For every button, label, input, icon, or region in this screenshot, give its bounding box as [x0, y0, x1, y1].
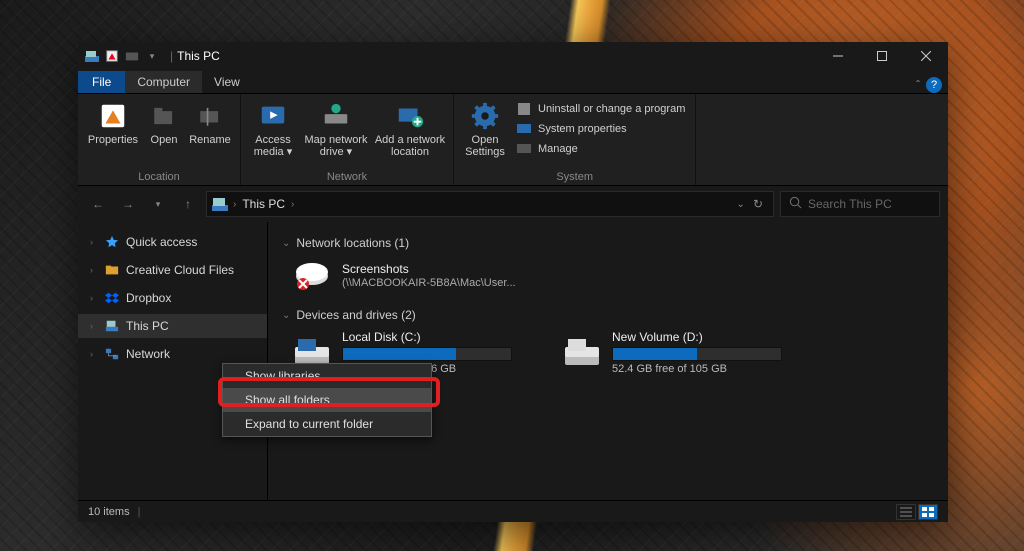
sidebar-item-this-pc[interactable]: › This PC	[78, 314, 267, 338]
chevron-right-icon[interactable]: ›	[291, 199, 294, 210]
address-bar-row: ← → ▾ ↑ › This PC › ⌄ ↻ Search This PC	[78, 186, 948, 222]
drive-name: Local Disk (C:)	[342, 330, 512, 344]
drive-usage-bar	[342, 347, 512, 361]
sidebar-item-label: This PC	[126, 319, 169, 333]
network-location-path: (\\MACBOOKAIR-5B8A\Mac\User...	[342, 277, 516, 290]
network-location-name: Screenshots	[342, 262, 516, 276]
sidebar-item-label: Quick access	[126, 235, 197, 249]
file-explorer-window: ▾ | This PC File Computer View ˆ ?	[78, 42, 948, 522]
address-bar[interactable]: › This PC › ⌄ ↻	[206, 191, 774, 217]
view-tiles-button[interactable]	[918, 504, 938, 520]
network-icon	[104, 346, 120, 362]
chevron-right-icon[interactable]: ›	[90, 321, 98, 331]
tab-view[interactable]: View	[202, 71, 252, 93]
manage-button[interactable]: Manage	[512, 140, 689, 158]
open-button[interactable]: Open	[144, 98, 184, 169]
refresh-icon[interactable]: ↻	[753, 197, 763, 211]
nav-back-button[interactable]: ←	[86, 192, 110, 216]
ribbon-group-label: Network	[247, 169, 447, 183]
sidebar-item-dropbox[interactable]: › Dropbox	[78, 286, 267, 310]
rename-button[interactable]: Rename	[186, 98, 234, 169]
breadcrumb-segment[interactable]: This PC	[240, 197, 287, 211]
folder-icon	[104, 262, 120, 278]
sidebar-item-label: Network	[126, 347, 170, 361]
uninstall-program-button[interactable]: Uninstall or change a program	[512, 100, 689, 118]
context-menu: Show librariesShow all foldersExpand to …	[222, 363, 432, 437]
ribbon-group-label: System	[460, 169, 689, 183]
ribbon-collapse-icon[interactable]: ˆ	[916, 78, 920, 92]
maximize-button[interactable]	[860, 42, 904, 70]
star-icon	[104, 234, 120, 250]
chevron-down-icon[interactable]: ⌄	[282, 310, 290, 321]
system-properties-button[interactable]: System properties	[512, 120, 689, 138]
status-bar: 10 items |	[78, 500, 948, 522]
chevron-right-icon[interactable]: ›	[90, 349, 98, 359]
sidebar-item-label: Dropbox	[126, 291, 171, 305]
search-icon	[789, 196, 802, 212]
nav-recent-dropdown[interactable]: ▾	[146, 192, 170, 216]
add-network-location-button[interactable]: Add a network location	[373, 98, 447, 169]
content-pane[interactable]: ⌄ Network locations (1) Screenshots (\\M…	[268, 222, 948, 500]
search-placeholder: Search This PC	[808, 197, 892, 211]
qat-properties-icon[interactable]	[104, 48, 120, 64]
network-drive-icon	[292, 258, 332, 294]
ribbon: Properties Open Rename Location Access m…	[78, 94, 948, 186]
qat-new-folder-icon[interactable]	[124, 48, 140, 64]
search-input[interactable]: Search This PC	[780, 191, 940, 217]
ribbon-tabs: File Computer View ˆ ?	[78, 70, 948, 94]
dropbox-icon	[104, 290, 120, 306]
context-menu-item[interactable]: Show libraries	[223, 364, 431, 388]
minimize-button[interactable]	[816, 42, 860, 70]
ribbon-group-label: Location	[84, 169, 234, 183]
chevron-down-icon[interactable]: ⌄	[282, 238, 290, 249]
drive-free-text: 52.4 GB free of 105 GB	[612, 363, 782, 375]
properties-button[interactable]: Properties	[84, 98, 142, 169]
open-settings-button[interactable]: Open Settings	[460, 98, 510, 169]
pc-icon	[104, 318, 120, 334]
window-title: This PC	[177, 49, 220, 63]
chevron-right-icon[interactable]: ›	[90, 237, 98, 247]
nav-up-button[interactable]: ↑	[176, 192, 200, 216]
drive-usage-bar	[612, 347, 782, 361]
section-header-devices-drives[interactable]: ⌄ Devices and drives (2)	[282, 308, 934, 322]
drive-item[interactable]: New Volume (D:) 52.4 GB free of 105 GB	[562, 330, 782, 375]
tab-file[interactable]: File	[78, 71, 125, 93]
ribbon-group-network: Access media ▾ Map network drive ▾ Add a…	[241, 94, 454, 185]
context-menu-item[interactable]: Show all folders	[223, 388, 431, 412]
map-network-drive-button[interactable]: Map network drive ▾	[301, 98, 371, 169]
navigation-pane[interactable]: › Quick access › Creative Cloud Files › Dropb…	[78, 222, 268, 500]
chevron-right-icon[interactable]: ›	[90, 265, 98, 275]
qat-dropdown-icon[interactable]: ▾	[144, 48, 160, 64]
sidebar-item-creative-cloud-files[interactable]: › Creative Cloud Files	[78, 258, 267, 282]
sidebar-item-label: Creative Cloud Files	[126, 263, 234, 277]
titlebar: ▾ | This PC	[78, 42, 948, 70]
address-dropdown-icon[interactable]: ⌄	[737, 199, 745, 210]
drive-name: New Volume (D:)	[612, 330, 782, 344]
network-location-item[interactable]: Screenshots (\\MACBOOKAIR-5B8A\Mac\User.…	[292, 258, 552, 294]
view-details-button[interactable]	[896, 504, 916, 520]
sidebar-item-quick-access[interactable]: › Quick access	[78, 230, 267, 254]
chevron-right-icon[interactable]: ›	[233, 199, 236, 210]
nav-forward-button[interactable]: →	[116, 192, 140, 216]
status-item-count: 10 items	[88, 506, 130, 518]
chevron-right-icon[interactable]: ›	[90, 293, 98, 303]
access-media-button[interactable]: Access media ▾	[247, 98, 299, 169]
tab-computer[interactable]: Computer	[125, 71, 202, 93]
ribbon-group-system: Open Settings Uninstall or change a prog…	[454, 94, 696, 185]
close-button[interactable]	[904, 42, 948, 70]
ribbon-group-location: Properties Open Rename Location	[78, 94, 241, 185]
pc-icon	[211, 195, 229, 213]
titlebar-separator: |	[170, 49, 173, 63]
drive-icon	[562, 335, 602, 371]
section-header-network-locations[interactable]: ⌄ Network locations (1)	[282, 236, 934, 250]
help-icon[interactable]: ?	[926, 77, 942, 93]
context-menu-item[interactable]: Expand to current folder	[223, 412, 431, 436]
app-icon	[84, 48, 100, 64]
